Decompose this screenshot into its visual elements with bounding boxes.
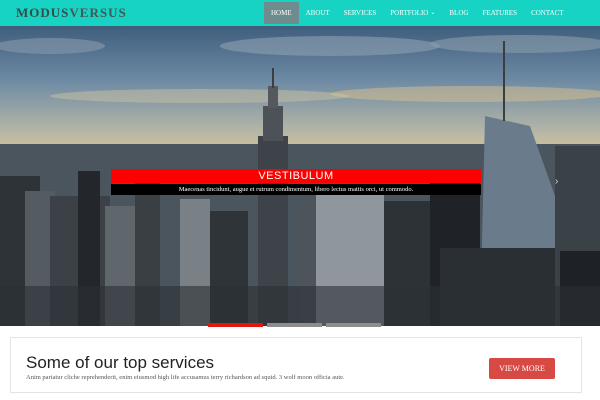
nav-contact-label: CONTACT — [531, 9, 564, 17]
logo-part-modus: MODUS — [16, 5, 70, 20]
nav-features-label: FEATURES — [482, 9, 518, 17]
logo-part-versus: VERSUS — [69, 5, 127, 20]
nav-home-label: HOME — [271, 9, 292, 17]
chevron-right-icon[interactable]: › — [555, 176, 558, 187]
services-title: Some of our top services — [26, 353, 215, 372]
nav-services[interactable]: SERVICES — [337, 2, 384, 24]
services-callout: Some of our top services Anim pariatur c… — [10, 337, 582, 393]
slider-indicators — [208, 323, 381, 327]
nav-about-label: ABOUT — [305, 9, 330, 17]
nav-contact[interactable]: CONTACT — [524, 2, 571, 24]
slide-caption-text: Maecenas tincidunt, augue et rutrum cond… — [111, 184, 481, 195]
nav-home[interactable]: HOME — [264, 2, 299, 24]
nav-portfolio-label: PORTFOLIO — [390, 9, 429, 17]
hero-slider[interactable]: VESTIBULUM Maecenas tincidunt, augue et … — [0, 26, 600, 326]
nav-portfolio[interactable]: PORTFOLIO ⌄ — [383, 2, 442, 24]
slide-indicator-3[interactable] — [326, 323, 381, 327]
caret-down-icon: ⌄ — [430, 10, 436, 16]
main-nav: HOME ABOUT SERVICES PORTFOLIO ⌄ BLOG FEAT… — [264, 0, 571, 26]
slide-caption-title: VESTIBULUM — [111, 169, 481, 183]
site-logo[interactable]: MODUSVERSUS — [16, 5, 127, 21]
nav-services-label: SERVICES — [343, 9, 377, 17]
nav-features[interactable]: FEATURES — [475, 2, 524, 24]
services-text: Anim pariatur cliche reprehenderit, enim… — [26, 374, 345, 381]
nav-blog[interactable]: BLOG — [442, 2, 475, 24]
nav-blog-label: BLOG — [449, 9, 469, 17]
top-navbar: MODUSVERSUS HOME ABOUT SERVICES PORTFOLI… — [0, 0, 600, 26]
view-more-button[interactable]: VIEW MORE — [489, 358, 555, 379]
slide-indicator-2[interactable] — [267, 323, 322, 327]
nav-about[interactable]: ABOUT — [299, 2, 337, 24]
slide-indicator-1[interactable] — [208, 323, 263, 327]
